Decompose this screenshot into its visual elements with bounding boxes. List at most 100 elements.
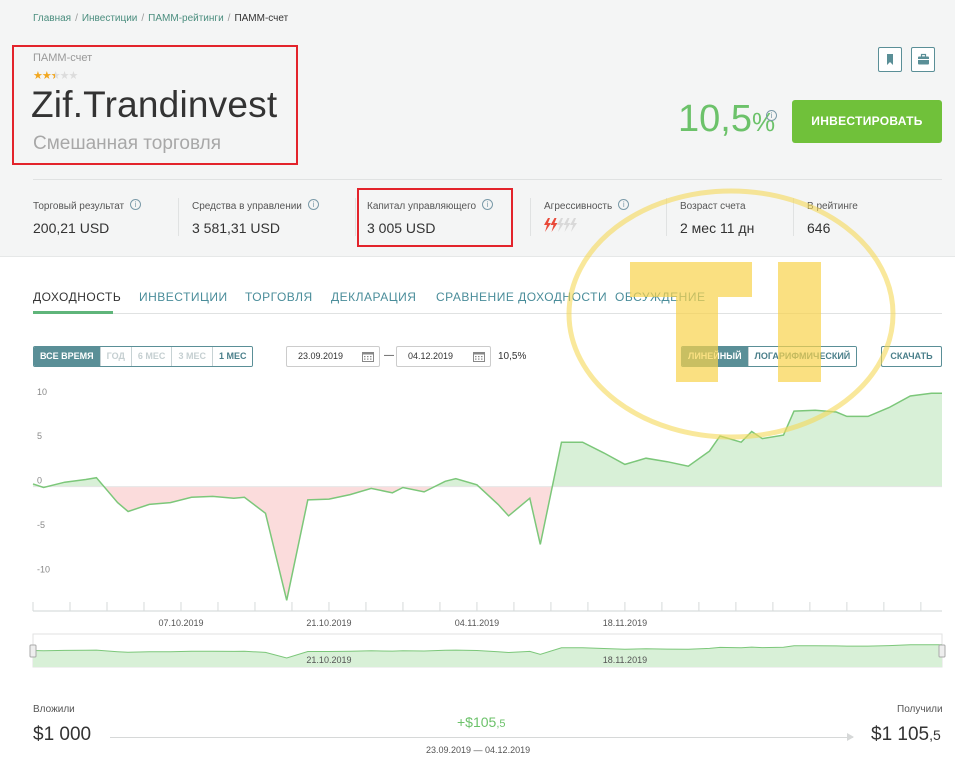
info-icon[interactable]: i bbox=[618, 199, 630, 210]
invested-label: Вложили bbox=[33, 704, 75, 715]
arrow-right-icon bbox=[847, 733, 854, 741]
account-type-label: ПАММ-счет bbox=[33, 52, 93, 64]
stat-rating-position: В рейтинге 646 bbox=[807, 201, 858, 241]
breadcrumb-pamm-ratings[interactable]: ПАММ-рейтинги bbox=[148, 13, 223, 24]
date-range-separator: — bbox=[384, 350, 394, 361]
invested-value: $1 000 bbox=[33, 724, 92, 745]
period-return: 10,5% bbox=[498, 351, 527, 362]
tab-returns[interactable]: ДОХОДНОСТЬ bbox=[33, 290, 121, 304]
rating-stars: ★★★★★★ bbox=[33, 69, 79, 82]
stat-label: Возраст счета bbox=[680, 201, 746, 212]
profit-value: +$105,5 bbox=[457, 714, 506, 730]
y-tick-label: 5 bbox=[37, 431, 42, 441]
y-tick-label: 10 bbox=[37, 387, 47, 397]
y-tick-label: -10 bbox=[37, 564, 50, 574]
breadcrumb-separator: / bbox=[141, 13, 145, 24]
profit-value-int: +$105 bbox=[457, 714, 497, 730]
invest-button[interactable]: ИНВЕСТИРОВАТЬ bbox=[792, 100, 942, 143]
lightning-icon bbox=[563, 218, 571, 232]
calendar-icon bbox=[362, 352, 374, 362]
account-strategy: Смешанная торговля bbox=[33, 133, 222, 154]
calendar-icon bbox=[473, 352, 485, 362]
period-all-time[interactable]: ВСЕ ВРЕМЯ bbox=[34, 347, 101, 366]
account-name: Zif.Trandinvest bbox=[31, 84, 278, 125]
info-icon[interactable]: i bbox=[766, 110, 777, 121]
lightning-icon bbox=[544, 218, 551, 232]
footer-date-range: 23.09.2019 — 04.12.2019 bbox=[426, 745, 531, 755]
scale-linear[interactable]: ЛИНЕЙНЫЙ bbox=[682, 347, 749, 366]
lightning-icon bbox=[557, 218, 564, 232]
stat-label: Средства в управлении bbox=[192, 201, 302, 212]
stat-label: В рейтинге bbox=[807, 201, 858, 212]
lightning-icon bbox=[570, 218, 577, 232]
section-tabs: ДОХОДНОСТЬ ИНВЕСТИЦИИ ТОРГОВЛЯ ДЕКЛАРАЦИ… bbox=[33, 290, 942, 314]
received-value-int: $1 105 bbox=[871, 724, 930, 745]
star-empty-icon: ★ bbox=[68, 70, 79, 82]
navigator-tick-label: 18.11.2019 bbox=[603, 655, 647, 665]
portfolio-button[interactable] bbox=[911, 47, 935, 72]
period-year[interactable]: ГОД bbox=[100, 347, 132, 366]
star-half-icon: ★★ bbox=[50, 70, 61, 82]
date-to-input[interactable]: 04.12.2019 bbox=[396, 346, 491, 367]
breadcrumb: Главная / Инвестиции / ПАММ-рейтинги / ПАММ-сч… bbox=[33, 13, 288, 24]
star-empty-icon: ★ bbox=[59, 70, 70, 82]
breadcrumb-separator: / bbox=[75, 13, 78, 24]
period-3-months[interactable]: 3 МЕС bbox=[172, 347, 213, 366]
tab-declaration[interactable]: ДЕКЛАРАЦИЯ bbox=[331, 290, 416, 304]
received-label: Получили bbox=[897, 704, 943, 715]
date-to-value: 04.12.2019 bbox=[408, 351, 454, 361]
stat-value: 2 мес 11 дн bbox=[680, 220, 755, 236]
x-tick-label: 07.10.2019 bbox=[158, 618, 203, 628]
date-from-input[interactable]: 23.09.2019 bbox=[286, 346, 380, 367]
breadcrumb-separator: / bbox=[227, 13, 231, 24]
stat-label: Капитал управляющего bbox=[367, 201, 477, 212]
scale-logarithmic[interactable]: ЛОГАРИФМИЧЕСКИЙ bbox=[748, 347, 857, 366]
stat-label: Торговый результат bbox=[33, 201, 125, 212]
briefcase-icon bbox=[918, 53, 929, 65]
y-tick-label: -5 bbox=[37, 520, 45, 530]
breadcrumb-investments[interactable]: Инвестиции bbox=[82, 13, 138, 24]
x-tick-label: 04.11.2019 bbox=[455, 618, 499, 628]
x-tick-label: 21.10.2019 bbox=[306, 618, 351, 628]
lightning-icon bbox=[550, 218, 558, 232]
tab-trading[interactable]: ТОРГОВЛЯ bbox=[245, 290, 313, 304]
divider bbox=[355, 198, 356, 236]
returns-chart: 10 5 0 -5 -10 07.10.2019 21.10.2019 04.11.2019… bbox=[32, 387, 942, 628]
download-button[interactable]: СКАЧАТЬ bbox=[881, 346, 942, 367]
stat-value: 646 bbox=[807, 220, 831, 236]
stat-trading-result: Торговый результат i 200,21 USD bbox=[33, 199, 142, 241]
x-tick-label: 18.11.2019 bbox=[603, 618, 647, 628]
star-icon: ★ bbox=[33, 70, 43, 82]
y-tick-label: 0 bbox=[37, 476, 42, 486]
navigator-chart[interactable]: 21.10.2019 18.11.2019 bbox=[0, 630, 955, 670]
stat-value: 3 581,31 USD bbox=[192, 220, 280, 236]
received-value: $1 105,5 bbox=[871, 724, 941, 746]
period-6-months[interactable]: 6 МЕС bbox=[131, 347, 173, 366]
scale-selector: ЛИНЕЙНЫЙ ЛОГАРИФМИЧЕСКИЙ bbox=[681, 346, 858, 367]
stat-account-age: Возраст счета 2 мес 11 дн bbox=[680, 201, 754, 241]
bookmark-button[interactable] bbox=[878, 47, 902, 72]
info-icon[interactable]: i bbox=[482, 199, 494, 210]
info-icon[interactable]: i bbox=[130, 199, 142, 210]
divider bbox=[178, 198, 179, 236]
period-1-month[interactable]: 1 МЕС bbox=[212, 347, 253, 366]
stat-funds-managed: Средства в управлении i 3 581,31 USD bbox=[192, 199, 319, 241]
breadcrumb-home[interactable]: Главная bbox=[33, 13, 71, 24]
bookmark-icon bbox=[887, 54, 893, 65]
tab-discussion[interactable]: ОБСУЖДЕНИЕ bbox=[615, 290, 705, 304]
period-selector: ВСЕ ВРЕМЯ ГОД 6 МЕС 3 МЕС 1 МЕС bbox=[33, 346, 254, 367]
divider bbox=[793, 198, 794, 236]
breadcrumb-current: ПАММ-счет bbox=[234, 13, 289, 24]
account-return-value: 10,5 bbox=[678, 98, 752, 140]
stat-value: 3 005 USD bbox=[367, 220, 436, 236]
divider bbox=[33, 179, 942, 180]
stat-manager-capital: Капитал управляющего i 3 005 USD bbox=[367, 199, 494, 241]
star-icon: ★ bbox=[41, 70, 52, 82]
tab-investments[interactable]: ИНВЕСТИЦИИ bbox=[139, 290, 228, 304]
navigator-tick-label: 21.10.2019 bbox=[306, 655, 351, 665]
profit-value-frac: ,5 bbox=[496, 718, 506, 730]
stat-label: Агрессивность bbox=[544, 201, 613, 212]
divider bbox=[666, 198, 667, 236]
info-icon[interactable]: i bbox=[307, 199, 319, 210]
tab-compare-returns[interactable]: СРАВНЕНИЕ ДОХОДНОСТИ bbox=[436, 290, 607, 304]
